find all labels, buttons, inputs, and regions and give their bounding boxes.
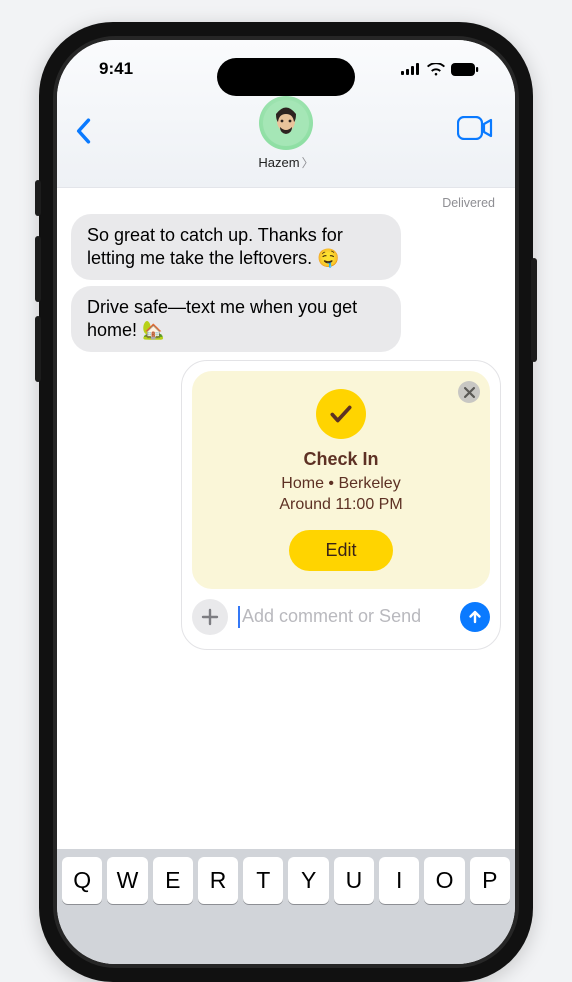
phone-frame: 9:41 — [39, 22, 533, 982]
power-button — [531, 258, 537, 362]
status-time: 9:41 — [99, 59, 133, 79]
contact-name-label: Hazem — [258, 155, 299, 170]
key-u[interactable]: U — [334, 857, 374, 904]
back-button[interactable] — [75, 118, 91, 149]
key-t[interactable]: T — [243, 857, 283, 904]
cellular-icon — [401, 63, 421, 75]
send-button[interactable] — [460, 602, 490, 632]
comment-input[interactable]: Add comment or Send — [238, 602, 490, 632]
key-y[interactable]: Y — [288, 857, 328, 904]
edit-button[interactable]: Edit — [289, 530, 392, 571]
key-i[interactable]: I — [379, 857, 419, 904]
keyboard[interactable]: QWERTYUIOP — [57, 849, 515, 964]
screen: 9:41 — [57, 40, 515, 964]
close-button[interactable] — [458, 381, 480, 403]
avatar — [259, 96, 313, 150]
key-e[interactable]: E — [153, 857, 193, 904]
checkin-title: Check In — [206, 449, 476, 470]
contact-info[interactable]: Hazem 〉 — [57, 96, 515, 171]
incoming-message[interactable]: Drive safe—text me when you get home! 🏡 — [71, 286, 401, 352]
wifi-icon — [427, 63, 445, 76]
input-placeholder: Add comment or Send — [242, 606, 421, 627]
key-r[interactable]: R — [198, 857, 238, 904]
key-o[interactable]: O — [424, 857, 464, 904]
volume-up-button — [35, 236, 41, 302]
side-button — [35, 180, 41, 216]
incoming-message[interactable]: So great to catch up. Thanks for letting… — [71, 214, 401, 280]
key-p[interactable]: P — [470, 857, 510, 904]
checkin-card: Check In Home • Berkeley Around 11:00 PM… — [192, 371, 490, 589]
checkin-location: Home • Berkeley — [206, 474, 476, 495]
facetime-button[interactable] — [457, 116, 493, 145]
add-attachment-button[interactable] — [192, 599, 228, 635]
dynamic-island — [217, 58, 355, 96]
key-w[interactable]: W — [107, 857, 147, 904]
check-icon — [316, 389, 366, 439]
compose-row: Add comment or Send — [192, 599, 490, 635]
message-thread: Delivered So great to catch up. Thanks f… — [57, 188, 515, 650]
checkin-time: Around 11:00 PM — [206, 495, 476, 516]
text-caret — [238, 606, 240, 628]
battery-icon — [451, 63, 479, 76]
key-q[interactable]: Q — [62, 857, 102, 904]
volume-down-button — [35, 316, 41, 382]
checkin-compose-card: Check In Home • Berkeley Around 11:00 PM… — [181, 360, 501, 650]
delivered-label: Delivered — [71, 196, 501, 210]
chevron-right-icon: 〉 — [302, 154, 314, 171]
